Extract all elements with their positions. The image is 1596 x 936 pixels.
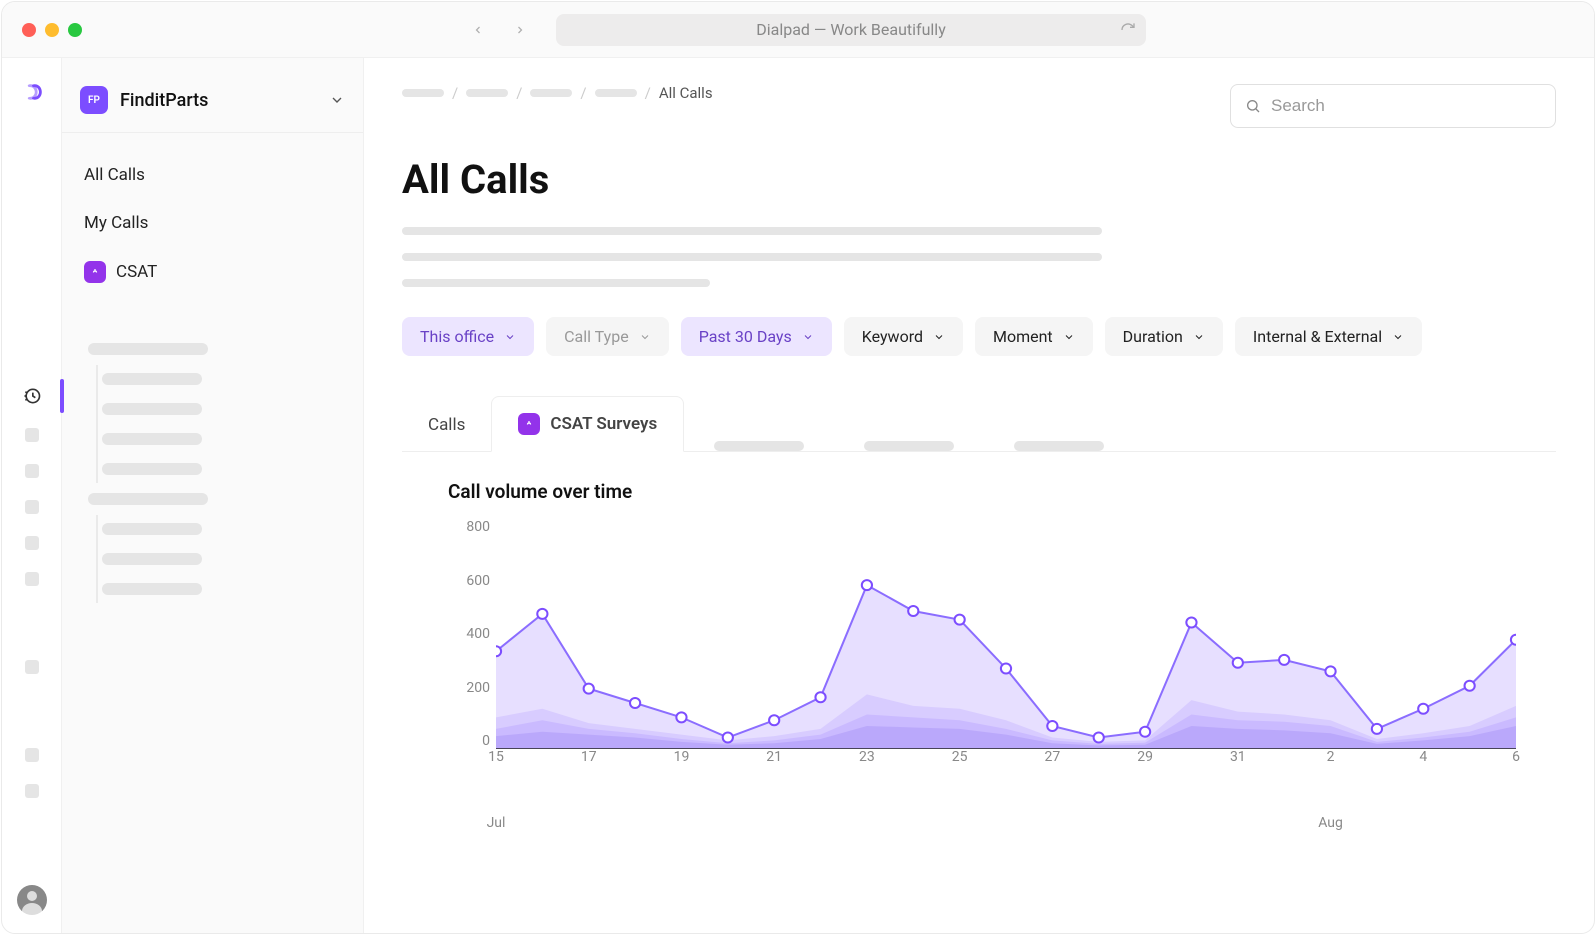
- rail-placeholder: [25, 536, 39, 550]
- chevron-down-icon: [1392, 331, 1404, 343]
- minimize-window-button[interactable]: [45, 23, 59, 37]
- rail-placeholder: [25, 428, 39, 442]
- filter-chip-this-office[interactable]: This office: [402, 317, 534, 356]
- breadcrumb-placeholder: [530, 89, 572, 97]
- chevron-down-icon: [1193, 331, 1205, 343]
- chevron-down-icon: [639, 331, 651, 343]
- tabs: CallsCSAT Surveys: [402, 396, 1556, 452]
- search-icon: [1245, 98, 1261, 114]
- sidebar-item-csat[interactable]: CSAT: [62, 247, 363, 297]
- chart: 8006004002000 151719212325272931246 JulA…: [448, 519, 1516, 789]
- sidebar-item-all-calls[interactable]: All Calls: [62, 151, 363, 199]
- refresh-icon[interactable]: [1120, 22, 1136, 38]
- forward-button[interactable]: [514, 24, 526, 36]
- breadcrumb-placeholder: [402, 89, 444, 97]
- ai-badge-icon: [518, 413, 540, 435]
- search-field[interactable]: [1230, 84, 1556, 128]
- page-title: All Calls: [402, 156, 1556, 203]
- rail-placeholder: [25, 660, 39, 674]
- description-placeholder: [402, 227, 1102, 287]
- rail-placeholder: [25, 784, 39, 798]
- sidebar-placeholder-group: [62, 315, 363, 623]
- org-selector[interactable]: FP FinditParts: [62, 74, 363, 133]
- sidebar-item-my-calls[interactable]: My Calls: [62, 199, 363, 247]
- traffic-lights: [22, 23, 82, 37]
- chevron-down-icon: [329, 92, 345, 108]
- window-title: Dialpad — Work Beautifully: [756, 20, 946, 39]
- tab-placeholder: [864, 441, 954, 451]
- main-content: / / / / All Calls All Calls This office C…: [364, 58, 1594, 933]
- filter-chip-past-30-days[interactable]: Past 30 Days: [681, 317, 832, 356]
- address-bar[interactable]: Dialpad — Work Beautifully: [556, 14, 1146, 46]
- breadcrumb: / / / / All Calls: [402, 84, 713, 102]
- back-button[interactable]: [472, 24, 484, 36]
- chart-x-axis: 151719212325272931246: [496, 749, 1516, 789]
- maximize-window-button[interactable]: [68, 23, 82, 37]
- tab-calls[interactable]: Calls: [402, 399, 491, 451]
- chevron-down-icon: [802, 331, 814, 343]
- filter-chip-call-type[interactable]: Call Type: [546, 317, 669, 356]
- search-input[interactable]: [1271, 96, 1541, 116]
- chevron-down-icon: [933, 331, 945, 343]
- tab-csat-surveys[interactable]: CSAT Surveys: [491, 396, 684, 452]
- chevron-down-icon: [1063, 331, 1075, 343]
- titlebar: Dialpad — Work Beautifully: [2, 2, 1594, 58]
- ai-badge-icon: [84, 261, 106, 283]
- app-logo-icon[interactable]: [18, 82, 46, 102]
- breadcrumb-placeholder: [466, 89, 508, 97]
- chevron-down-icon: [504, 331, 516, 343]
- rail-placeholder: [25, 572, 39, 586]
- filter-bar: This office Call Type Past 30 Days Keyword M…: [402, 317, 1556, 356]
- rail-placeholder: [25, 500, 39, 514]
- rail-placeholder: [25, 464, 39, 478]
- chart-plot: [496, 519, 1516, 749]
- chart-title: Call volume over time: [448, 480, 1516, 503]
- close-window-button[interactable]: [22, 23, 36, 37]
- breadcrumb-placeholder: [595, 89, 637, 97]
- org-name: FinditParts: [120, 90, 317, 111]
- user-avatar[interactable]: [17, 885, 47, 915]
- tab-placeholder: [714, 441, 804, 451]
- breadcrumb-current: All Calls: [659, 84, 713, 102]
- filter-chip-moment[interactable]: Moment: [975, 317, 1093, 356]
- org-badge: FP: [80, 86, 108, 114]
- tab-placeholder: [1014, 441, 1104, 451]
- rail-placeholder: [25, 748, 39, 762]
- chart-y-axis: 8006004002000: [448, 519, 490, 749]
- filter-chip-internal-external[interactable]: Internal & External: [1235, 317, 1422, 356]
- rail-history-button[interactable]: [22, 386, 42, 406]
- filter-chip-duration[interactable]: Duration: [1105, 317, 1223, 356]
- filter-chip-keyword[interactable]: Keyword: [844, 317, 963, 356]
- app-rail: [2, 58, 62, 933]
- sidebar: FP FinditParts All Calls My Calls CSAT: [62, 58, 364, 933]
